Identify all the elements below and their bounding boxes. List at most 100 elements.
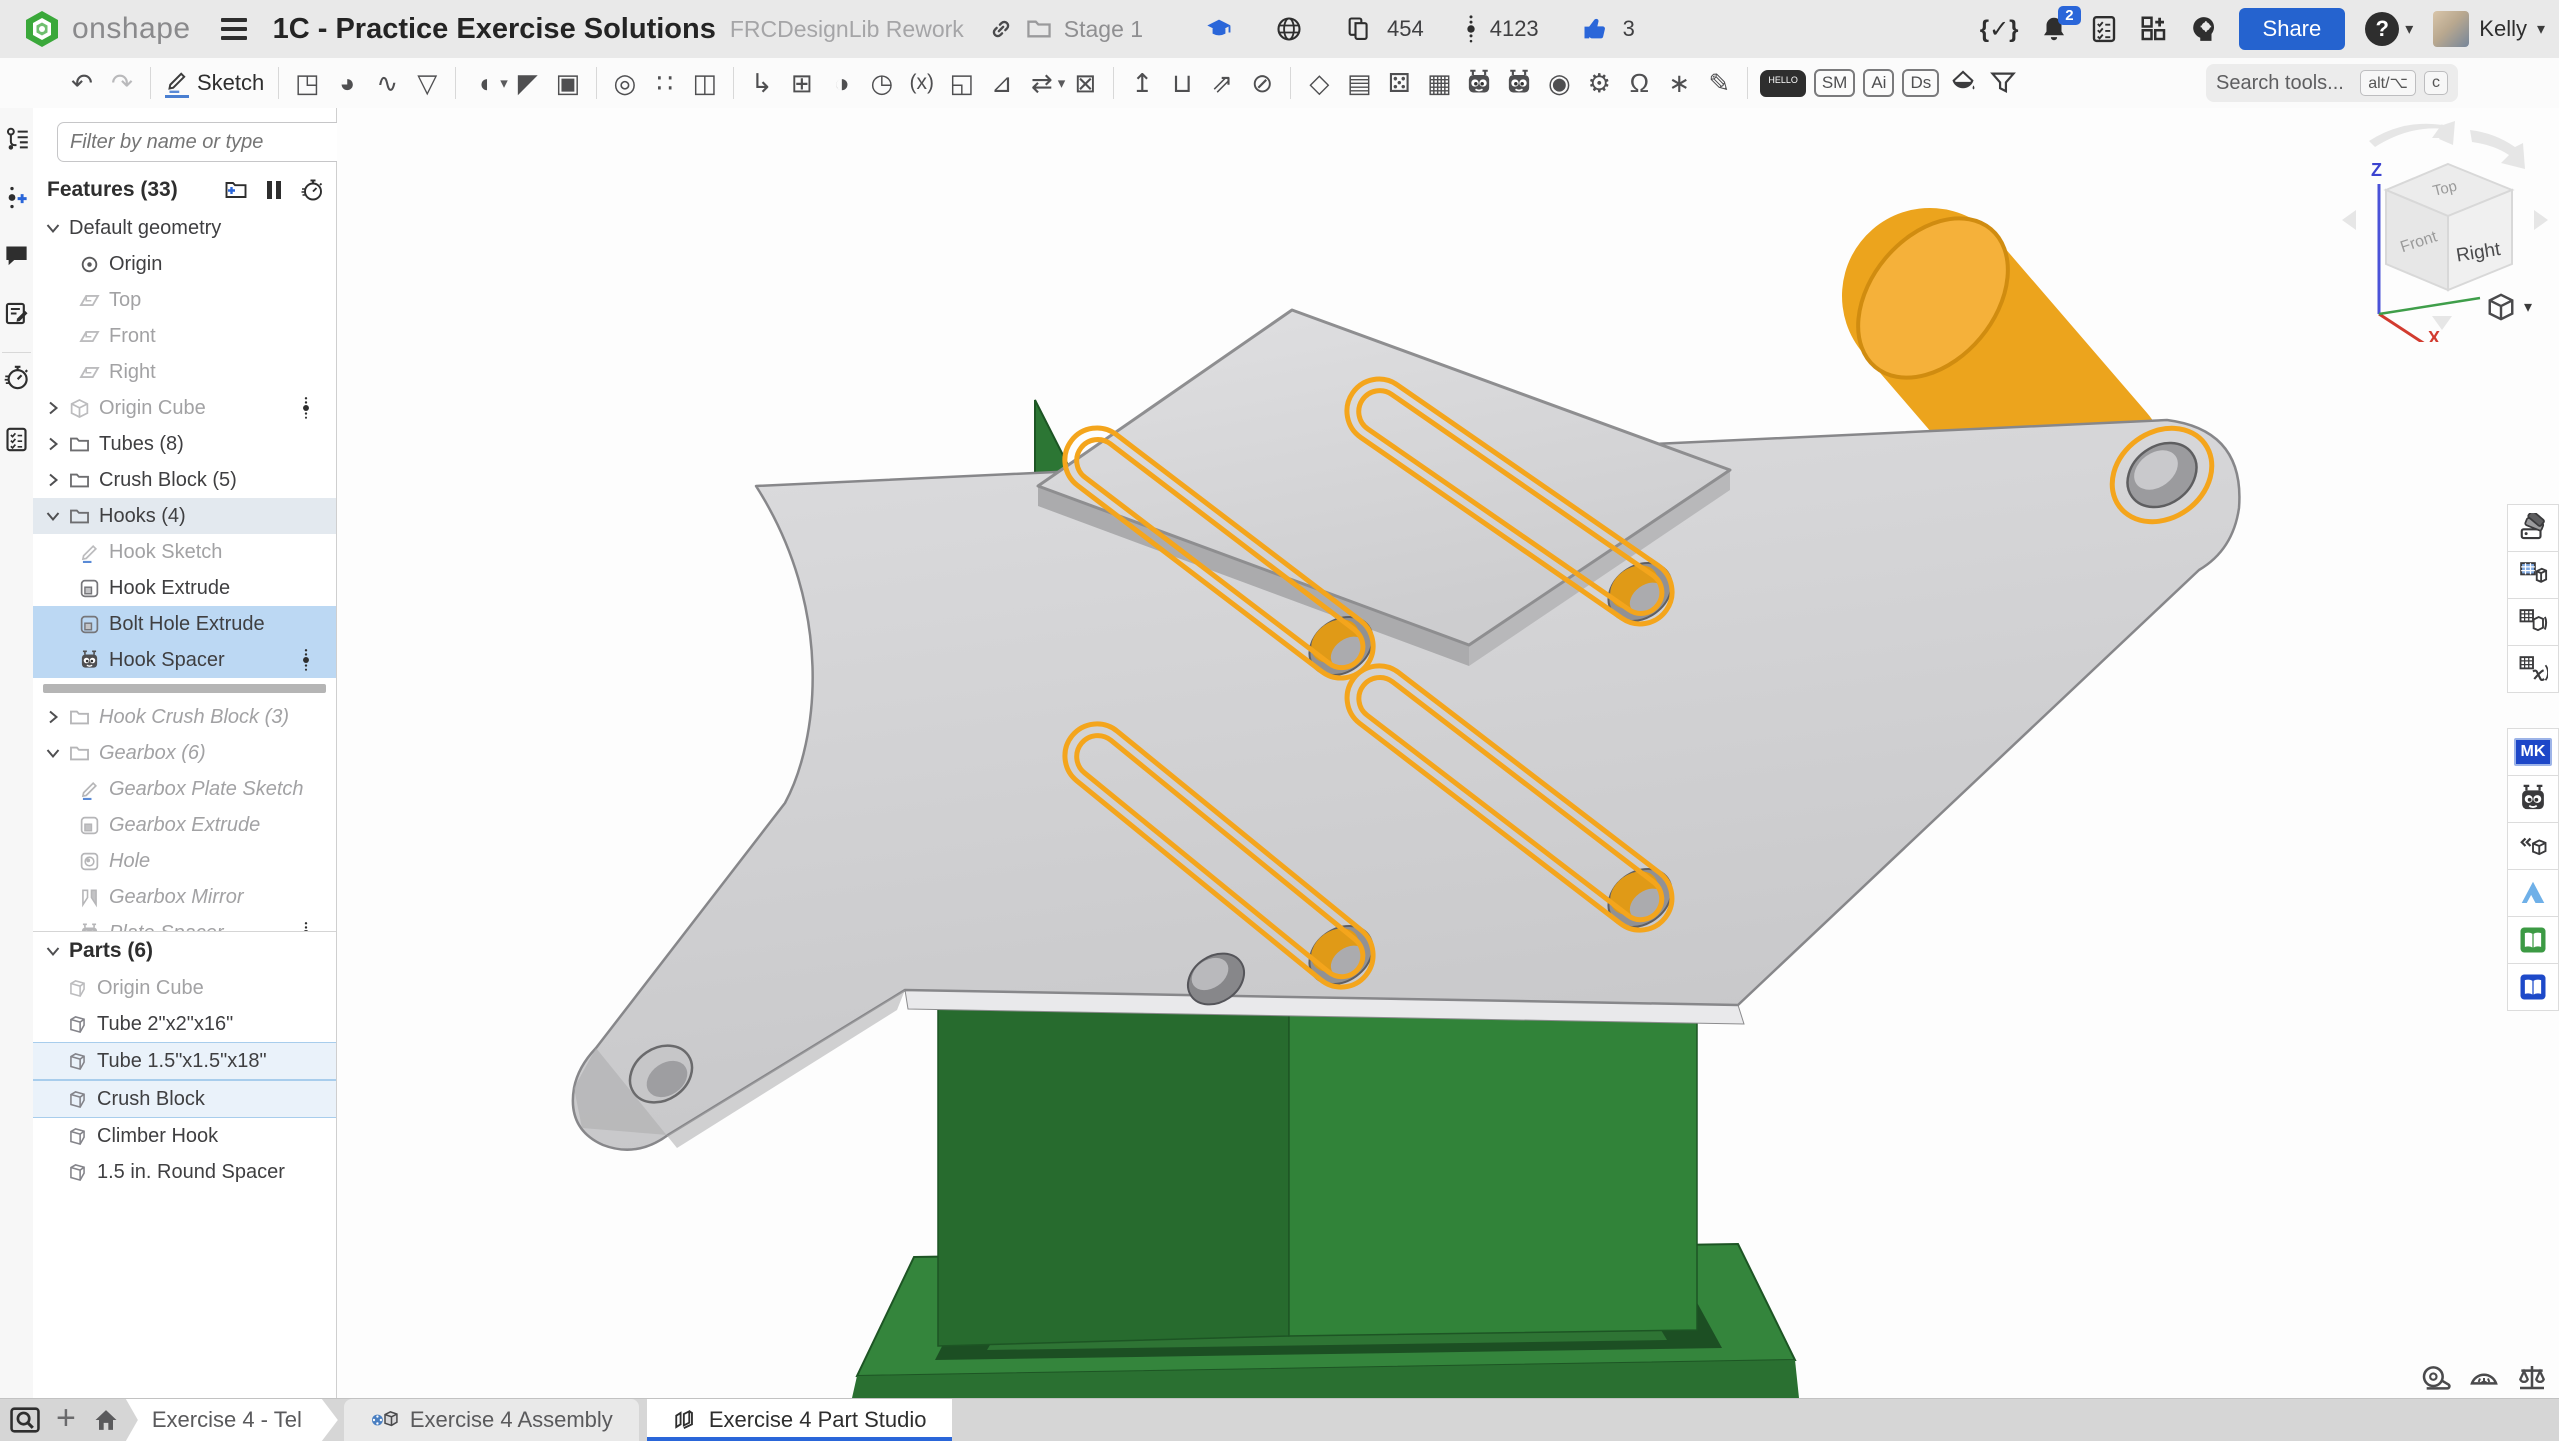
- tree-folder-crush-block[interactable]: Crush Block (5): [33, 462, 336, 498]
- copies-icon[interactable]: [1345, 15, 1373, 43]
- tree-item-hook-extrude[interactable]: Hook Extrude: [33, 570, 336, 606]
- tree-item-origin-cube[interactable]: Origin Cube: [33, 390, 336, 426]
- split-tool[interactable]: ◱: [942, 65, 982, 101]
- ai-badge-tool[interactable]: Ai: [1863, 69, 1894, 97]
- user-menu[interactable]: Kelly ▾: [2433, 11, 2545, 47]
- tree-item-hole[interactable]: Hole: [33, 843, 336, 879]
- configurations-panel-button[interactable]: [2507, 598, 2559, 646]
- app-store-icon[interactable]: [2139, 14, 2169, 44]
- part-item-climber-hook[interactable]: Climber Hook: [33, 1118, 336, 1154]
- redo-button[interactable]: ↷: [102, 65, 142, 101]
- tree-folder-hook-crush-block[interactable]: Hook Crush Block (3): [33, 699, 336, 735]
- move-face-tool[interactable]: ⇗: [1202, 65, 1242, 101]
- parts-section-header[interactable]: Parts (6): [33, 931, 336, 970]
- chevron-down-icon[interactable]: [45, 943, 61, 959]
- filter-tool[interactable]: [1983, 65, 2023, 101]
- robot-app-button[interactable]: [2507, 775, 2559, 823]
- tree-item-top-plane[interactable]: Top: [33, 282, 336, 318]
- primitive-cube-tool[interactable]: ◇: [1299, 65, 1339, 101]
- fillet-tool[interactable]: ◖: [464, 65, 504, 101]
- triangle-app-button[interactable]: [2507, 869, 2559, 917]
- add-tab-button[interactable]: +: [56, 1399, 76, 1438]
- paint-bucket-tool[interactable]: [1943, 65, 1983, 101]
- chevron-down-icon[interactable]: [45, 220, 61, 236]
- tree-folder-gearbox[interactable]: Gearbox (6): [33, 735, 336, 771]
- blue-book-app-button[interactable]: [2507, 963, 2559, 1011]
- extrude-tool[interactable]: ◳: [287, 65, 327, 101]
- notes-icon[interactable]: [3, 300, 30, 327]
- filter-input[interactable]: [57, 122, 351, 162]
- suppress-handle-icon[interactable]: [302, 648, 310, 672]
- clamp-tool[interactable]: Ω: [1619, 65, 1659, 101]
- search-tabs-icon[interactable]: [8, 1403, 42, 1437]
- sheet-metal-tool[interactable]: SM: [1814, 69, 1856, 97]
- model-canvas[interactable]: [337, 108, 2559, 1398]
- comments-icon[interactable]: [3, 242, 30, 269]
- tree-item-gearbox-mirror[interactable]: Gearbox Mirror: [33, 879, 336, 915]
- clay-tool[interactable]: ◉: [1539, 65, 1579, 101]
- tube-tool[interactable]: ▤: [1339, 65, 1379, 101]
- tree-item-right-plane[interactable]: Right: [33, 354, 336, 390]
- delete-part-tool[interactable]: ⊠: [1065, 65, 1105, 101]
- create-version-icon[interactable]: [3, 184, 30, 211]
- rollback-history-icon[interactable]: [300, 178, 324, 202]
- bom-table-panel-button[interactable]: [2507, 551, 2559, 599]
- export-cube-app-button[interactable]: [2507, 822, 2559, 870]
- rollback-bar[interactable]: [43, 684, 326, 693]
- tree-item-gearbox-plate-sketch[interactable]: Gearbox Plate Sketch: [33, 771, 336, 807]
- delete-face-tool[interactable]: ⊘: [1242, 65, 1282, 101]
- versions-history-icon[interactable]: [3, 126, 30, 153]
- part-item-tube-15x15x18[interactable]: Tube 1.5"x1.5"x18": [33, 1042, 336, 1080]
- protractor-icon[interactable]: [2468, 1362, 2500, 1394]
- green-book-app-button[interactable]: [2507, 916, 2559, 964]
- undo-button[interactable]: ↶: [62, 65, 102, 101]
- part-item-crush-block[interactable]: Crush Block: [33, 1080, 336, 1118]
- shell-tool[interactable]: ▣: [548, 65, 588, 101]
- suppress-handle-icon[interactable]: [302, 921, 310, 931]
- spark-tool[interactable]: ∗: [1659, 65, 1699, 101]
- ai-assistant-icon[interactable]: [2189, 14, 2219, 44]
- tree-item-default-geometry[interactable]: Default geometry: [33, 210, 336, 246]
- custom-feature-robot-tool[interactable]: [1459, 65, 1499, 101]
- part-item-origin-cube[interactable]: Origin Cube: [33, 970, 336, 1006]
- feature-list-icon[interactable]: [3, 426, 30, 453]
- hole-pattern-tool[interactable]: ⚄: [1379, 65, 1419, 101]
- loft-tool[interactable]: ▽: [407, 65, 447, 101]
- workspace-label[interactable]: Stage 1: [1064, 16, 1143, 43]
- tree-item-hook-sketch[interactable]: Hook Sketch: [33, 534, 336, 570]
- ds-badge-tool[interactable]: Ds: [1902, 69, 1939, 97]
- block-tool[interactable]: ▦: [1419, 65, 1459, 101]
- likes-thumb-icon[interactable]: [1581, 15, 1609, 43]
- suppress-handle-icon[interactable]: [302, 396, 310, 420]
- sweep-tool[interactable]: ∿: [367, 65, 407, 101]
- variable-tool[interactable]: (x): [902, 65, 942, 101]
- history-icon[interactable]: [3, 364, 30, 391]
- chevron-right-icon[interactable]: [45, 400, 61, 416]
- tree-item-plate-spacer[interactable]: Plate Spacer: [33, 915, 336, 931]
- tree-item-front-plane[interactable]: Front: [33, 318, 336, 354]
- new-folder-icon[interactable]: [224, 178, 248, 202]
- tab-exercise-4-assembly[interactable]: Exercise 4 Assembly: [344, 1399, 639, 1441]
- search-tools[interactable]: Search tools... alt/⌥ c: [2206, 64, 2458, 102]
- tree-item-bolt-hole-extrude[interactable]: Bolt Hole Extrude: [33, 606, 336, 642]
- main-menu-button[interactable]: [221, 18, 247, 40]
- transform-caret-icon[interactable]: ▾: [1058, 74, 1066, 92]
- featurescript-icon[interactable]: {✓}: [1980, 15, 2019, 44]
- tree-folder-tubes[interactable]: Tubes (8): [33, 426, 336, 462]
- chevron-right-icon[interactable]: [45, 709, 61, 725]
- circular-pattern-tool[interactable]: ◷: [862, 65, 902, 101]
- fillet-caret-icon[interactable]: ▾: [500, 74, 508, 92]
- link-icon[interactable]: [988, 16, 1014, 42]
- sketch-button[interactable]: Sketch: [165, 68, 264, 98]
- chevron-down-icon[interactable]: [45, 745, 61, 761]
- marker-tool[interactable]: ✎: [1699, 65, 1739, 101]
- suppress-pause-icon[interactable]: [262, 178, 286, 202]
- surface-split-tool[interactable]: ⊿: [982, 65, 1022, 101]
- share-button[interactable]: Share: [2239, 8, 2346, 50]
- help-menu[interactable]: ? ▾: [2365, 12, 2413, 46]
- tree-item-gearbox-extrude[interactable]: Gearbox Extrude: [33, 807, 336, 843]
- hole-tool[interactable]: ◎: [605, 65, 645, 101]
- derived-tool[interactable]: ↳: [742, 65, 782, 101]
- part-item-round-spacer[interactable]: 1.5 in. Round Spacer: [33, 1154, 336, 1190]
- document-title[interactable]: 1C - Practice Exercise Solutions: [273, 13, 716, 46]
